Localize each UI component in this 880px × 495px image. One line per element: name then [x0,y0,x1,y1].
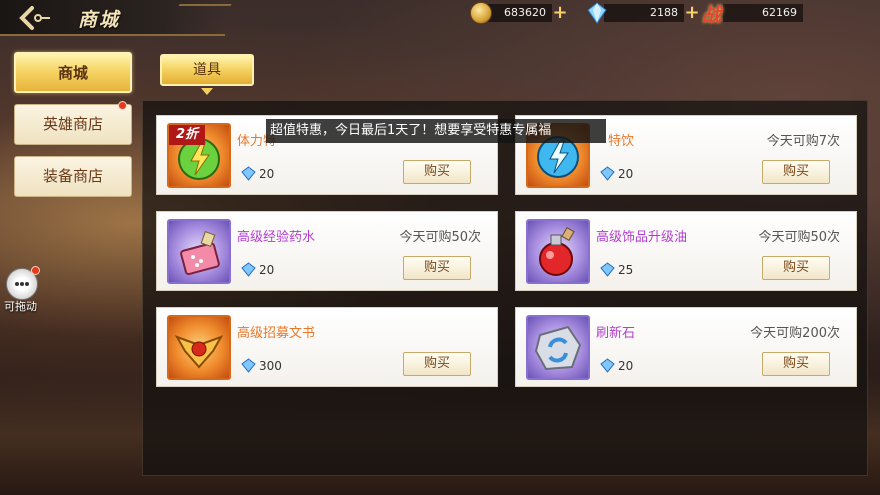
purchase-limit: 今天可购50次 [758,230,840,245]
shop-item-card: 高级招募文书 300 购买 [156,307,498,387]
side-tab-label: 商城 [57,64,88,82]
buy-button[interactable]: 购买 [403,256,471,280]
gold-coin-icon [470,2,492,24]
diamond-icon [600,358,615,373]
notification-dot [31,266,40,275]
diamond-icon [600,166,615,181]
purchase-limit: 今天可购7次 [766,134,840,149]
item-name: 高级饰品升级油 [596,230,688,245]
buy-button[interactable]: 购买 [762,256,830,280]
shop-item-card: 高级经验药水 今天可购50次 20 购买 [156,211,498,291]
item-price: 300 [241,358,282,373]
shop-item-card: 高级饰品升级油 今天可购50次 25 购买 [515,211,857,291]
item-price: 20 [241,166,274,181]
item-price: 20 [600,358,633,373]
drag-label: 可拖动 [4,300,37,313]
side-tab-label: 装备商店 [42,167,103,185]
diamond-currency: 2188 + [586,2,700,24]
diamond-icon [600,262,615,277]
refresh-stone-icon [534,325,582,371]
diamond-icon [241,166,256,181]
battle-power-amount: 62169 [723,4,804,22]
notification-dot [118,101,127,110]
add-gold-button[interactable]: + [552,4,568,22]
back-arrow-icon [19,6,50,30]
page-title: 商城 [78,9,121,31]
item-name: 高级经验药水 [237,230,316,245]
gold-amount: 683620 [486,4,552,22]
side-tab-label: 英雄商店 [42,115,103,133]
red-potion-icon [539,226,575,276]
item-price: 20 [600,166,633,181]
item-price: 25 [600,262,633,277]
gold-currency: 683620 + [470,2,568,24]
price-value: 300 [259,358,282,373]
add-diamond-button[interactable]: + [684,4,700,22]
buy-button[interactable]: 购买 [762,160,830,184]
back-button[interactable] [18,5,52,31]
item-icon-frame[interactable] [167,219,231,284]
winged-emblem-icon [174,335,224,369]
price-value: 20 [618,358,634,373]
price-value: 25 [618,262,634,277]
side-tab-shop[interactable]: 商城 [14,52,132,93]
item-icon-frame[interactable] [167,315,231,380]
top-header: 商城 [0,0,232,36]
discount-badge: 2折 [169,125,205,145]
purchase-limit: 今天可购50次 [399,230,481,245]
announcement-marquee: 超值特惠，今日最后1天了！想要享受特惠专属福 [266,119,606,143]
price-value: 20 [259,262,275,277]
price-value: 20 [259,166,275,181]
shop-item-card: 刷新石 今天可购200次 20 购买 [515,307,857,387]
buy-button[interactable]: 购买 [403,352,471,376]
diamond-amount: 2188 [604,4,684,22]
item-icon-frame[interactable]: 2折 [167,123,231,188]
diamond-icon [241,262,256,277]
shop-panel: 2折 体力特 20 购买 特饮 今天可购7次 20 购买 高级经验药水 今天可购… [142,100,868,476]
exp-potion-icon [180,231,220,276]
item-name: 高级招募文书 [237,326,316,341]
side-tab-hero-shop[interactable]: 英雄商店 [14,101,132,145]
battle-power: 战 62169 [702,3,804,26]
item-price: 20 [241,262,274,277]
item-icon-frame[interactable] [526,219,590,284]
buy-button[interactable]: 购买 [762,352,830,376]
tab-items[interactable]: 道具 [160,54,254,86]
diamond-icon [241,358,256,373]
item-name: 特饮 [608,134,635,149]
item-name: 刷新石 [596,326,636,341]
price-value: 20 [618,166,634,181]
purchase-limit: 今天可购200次 [750,326,840,341]
item-icon-frame[interactable] [526,315,590,380]
diamond-icon [587,2,607,24]
side-tab-equipment-shop[interactable]: 装备商店 [14,156,132,197]
battle-power-icon: 战 [702,3,722,26]
header-decoration [160,4,232,32]
tab-indicator-arrow [201,88,213,95]
buy-button[interactable]: 购买 [403,160,471,184]
